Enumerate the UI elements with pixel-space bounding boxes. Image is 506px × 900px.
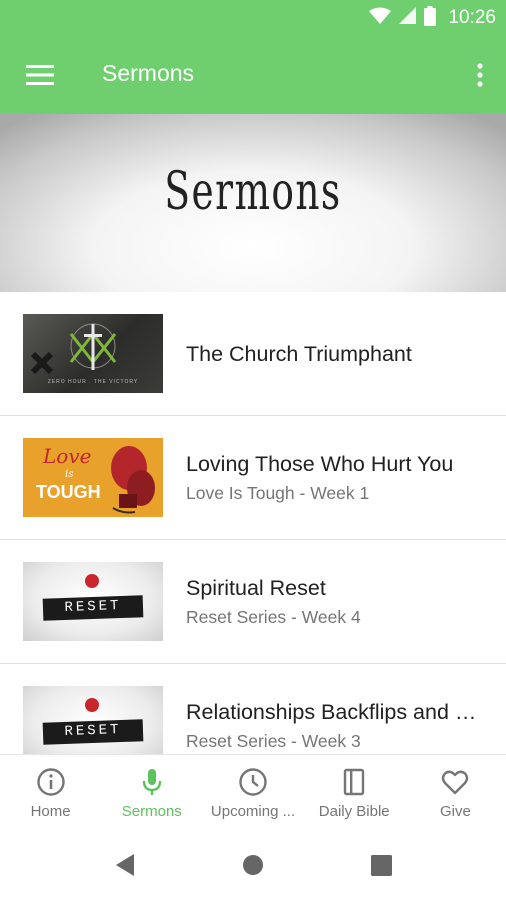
cell-signal-icon [399,7,417,29]
nav-item-give[interactable]: Give [405,755,506,830]
nav-item-daily-bible[interactable]: Daily Bible [304,755,405,830]
battery-icon [424,5,437,31]
system-navigation-bar [0,830,506,900]
system-back-button[interactable] [112,852,138,878]
sermon-title: The Church Triumphant [186,341,412,366]
banner-title: Sermons [164,162,342,222]
sermon-thumbnail: RESET [23,562,163,641]
bottom-navigation: Home Sermons Upcoming ... Daily Bible Gi… [0,754,506,830]
list-item[interactable]: Love is TOUGH Loving Those Who Hurt You … [0,416,506,540]
nav-label: Give [439,803,471,820]
status-icons: 10:26 [369,0,496,36]
nav-label: Home [30,803,71,820]
sermon-series: Love Is Tough - Week 1 [186,483,370,503]
list-item[interactable]: ZERO HOUR . THE VICTORY The Church Trium… [0,292,506,416]
sermons-banner: Sermons [0,114,506,292]
sermon-thumbnail: ZERO HOUR . THE VICTORY [23,314,163,393]
sermon-text: Spiritual Reset Reset Series - Week 4 [186,540,490,664]
microphone-icon [142,769,161,795]
sermon-series: Reset Series - Week 3 [186,731,361,751]
sermon-title: Relationships Backflips and Belly Flops [186,700,490,724]
wifi-icon [369,7,392,30]
system-home-button[interactable] [240,852,266,878]
menu-button[interactable] [20,56,60,94]
page-title: Sermons [102,60,195,86]
info-icon [36,768,65,796]
more-vert-icon [477,63,483,87]
list-item[interactable]: RESET Relationships Backflips and Belly … [0,664,506,754]
nav-label: Sermons [121,803,182,820]
sermon-thumbnail: Love is TOUGH [23,438,163,517]
sermon-title: Loving Those Who Hurt You [186,452,454,476]
thumb-caption: ZERO HOUR . THE VICTORY [47,379,139,385]
status-bar: 10:26 [0,0,506,36]
book-icon [344,768,365,796]
sermon-title: Spiritual Reset [186,576,326,600]
sermon-text: Loving Those Who Hurt You Love Is Tough … [186,416,490,540]
boxing-glove-icon [111,446,155,514]
record-dot-icon [42,698,144,745]
clock-icon [239,768,267,796]
heart-icon [442,770,469,795]
nav-label: Upcoming ... [210,803,296,820]
sermon-text: Relationships Backflips and Belly Flops … [186,664,490,754]
list-item[interactable]: RESET Spiritual Reset Reset Series - Wee… [0,540,506,664]
sermon-thumbnail: RESET [23,686,163,754]
nav-item-upcoming[interactable]: Upcoming ... [202,755,303,830]
nav-item-sermons[interactable]: Sermons [101,755,202,830]
recents-icon [370,854,392,876]
home-icon [243,855,263,875]
app-bar: Sermons [0,36,506,114]
sermon-list[interactable]: ZERO HOUR . THE VICTORY The Church Trium… [0,292,506,754]
overflow-menu-button[interactable] [468,56,492,94]
sermon-series: Reset Series - Week 4 [186,607,361,627]
system-recents-button[interactable] [368,852,394,878]
sermon-text: The Church Triumphant [186,292,490,416]
back-icon [116,854,134,876]
hamburger-menu-icon [26,65,54,85]
nav-item-home[interactable]: Home [0,755,101,830]
status-time: 10:26 [448,7,496,28]
nav-label: Daily Bible [318,803,390,820]
